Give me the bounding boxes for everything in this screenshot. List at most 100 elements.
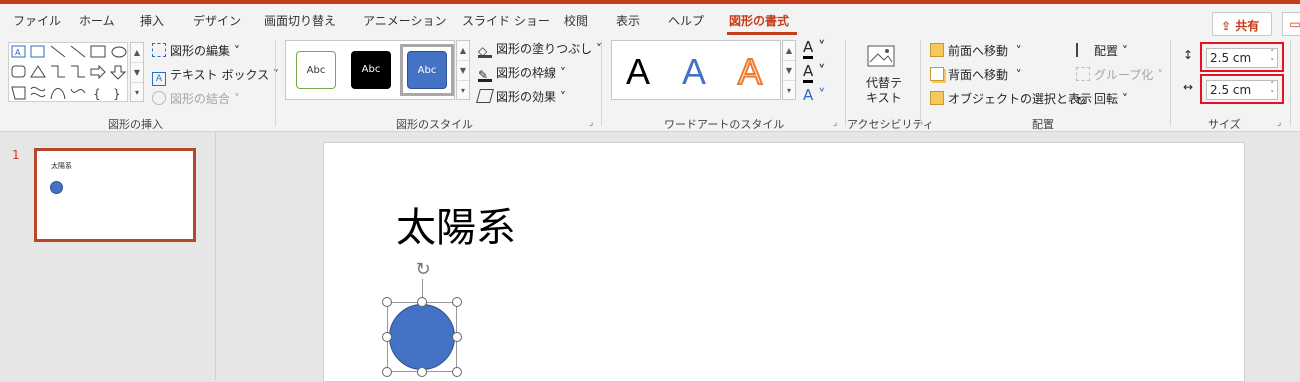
resize-handle-top-right[interactable] <box>452 297 462 307</box>
thumbnail-title: 太陽系 <box>51 162 72 170</box>
wordart-preset-blue[interactable]: A <box>682 51 706 93</box>
tab-slideshow[interactable]: スライド ショー <box>462 12 550 29</box>
chevron-down-icon[interactable]: ▼ <box>131 63 143 83</box>
resize-handle-bottom-right[interactable] <box>452 367 462 377</box>
chevron-down-icon[interactable]: ▼ <box>457 61 469 81</box>
resize-handle-top[interactable] <box>417 297 427 307</box>
group-divider <box>275 40 276 126</box>
text-fill-button[interactable]: A ˅ <box>803 38 826 59</box>
shape-height-highlight: 2.5 cm ˄ ˅ <box>1200 42 1284 72</box>
tab-view[interactable]: 表示 <box>616 12 640 29</box>
resize-handle-top-left[interactable] <box>382 297 392 307</box>
edit-shape-button[interactable]: 図形の編集 ˅ <box>152 42 240 59</box>
text-outline-button[interactable]: A ˅ <box>803 62 826 83</box>
width-spinner[interactable]: ˄ ˅ <box>1271 81 1275 99</box>
more-icon[interactable]: ▾ <box>131 83 143 103</box>
active-tab-underline <box>727 32 797 35</box>
text-box-button[interactable]: Aテキスト ボックス ˅ <box>152 66 279 86</box>
shape-fill-button[interactable]: ◇ 図形の塗りつぶし ˅ <box>478 40 602 58</box>
shape-style-preset-outline[interactable]: Abc <box>296 51 336 89</box>
chevron-up-icon[interactable]: ▲ <box>783 41 795 61</box>
chevron-down-icon[interactable]: ▼ <box>783 61 795 81</box>
wordart-gallery[interactable]: A A A <box>611 40 781 100</box>
shape-style-preset-blue[interactable]: Abc <box>407 51 447 89</box>
height-icon: ↕ <box>1183 48 1194 62</box>
shapes-gallery-scroll[interactable]: ▲ ▼ ▾ <box>130 42 144 102</box>
thumbnail-circle <box>50 181 63 194</box>
tab-transitions[interactable]: 画面切り替え <box>264 12 336 29</box>
text-effects-button[interactable]: A ˅ <box>803 86 826 104</box>
more-icon[interactable]: ▾ <box>783 81 795 101</box>
dialog-launcher-icon[interactable]: ⌟ <box>833 118 837 128</box>
merge-shapes-button[interactable]: 図形の結合 ˅ <box>152 90 240 107</box>
group-label-arrange: 配置 <box>1032 118 1054 131</box>
align-button[interactable]: 配置 ˅ <box>1076 42 1128 59</box>
comments-button[interactable]: ▭ <box>1282 12 1300 36</box>
tab-insert[interactable]: 挿入 <box>140 12 164 29</box>
shape-effects-button[interactable]: 図形の効果 ˅ <box>476 88 566 105</box>
tab-home[interactable]: ホーム <box>79 12 115 29</box>
shape-width-input[interactable]: 2.5 cm ˄ ˅ <box>1206 80 1278 100</box>
shapes-gallery-icons: A { } <box>11 45 127 101</box>
workspace: 1 太陽系 太陽系 ↻ <box>0 132 1300 382</box>
shape-styles-gallery[interactable]: Abc Abc Abc <box>285 40 455 100</box>
send-backward-button[interactable]: 背面へ移動 ˅ <box>930 66 1022 83</box>
height-spinner[interactable]: ˄ ˅ <box>1271 49 1275 67</box>
align-icon <box>1076 43 1090 57</box>
tab-help[interactable]: ヘルプ <box>668 12 704 29</box>
group-divider <box>845 40 846 126</box>
selection-pane-button[interactable]: オブジェクトの選択と表示 <box>930 90 1092 107</box>
tab-animations[interactable]: アニメーション <box>363 12 447 29</box>
group-button[interactable]: グループ化 ˅ <box>1076 66 1163 83</box>
tab-design[interactable]: デザイン <box>193 12 241 29</box>
group-label-insert-shapes: 図形の挿入 <box>108 118 163 131</box>
shape-height-input[interactable]: 2.5 cm ˄ ˅ <box>1206 48 1278 68</box>
send-backward-icon <box>930 67 944 81</box>
resize-handle-bottom-left[interactable] <box>382 367 392 377</box>
shape-style-preset-black[interactable]: Abc <box>351 51 391 89</box>
alt-text-button[interactable]: 代替テ キスト <box>866 76 902 106</box>
text-outline-icon: A <box>803 62 814 83</box>
share-button[interactable]: ⇪ 共有 <box>1212 12 1272 36</box>
wordart-preset-orange[interactable]: A <box>737 50 763 93</box>
dialog-launcher-icon[interactable]: ⌟ <box>1277 118 1281 128</box>
wordart-preset-black[interactable]: A <box>626 51 650 93</box>
pen-icon: ✎ <box>478 68 492 82</box>
more-icon[interactable]: ▾ <box>457 81 469 101</box>
slide-canvas[interactable]: 太陽系 ↻ <box>323 142 1245 382</box>
dialog-launcher-icon[interactable]: ⌟ <box>589 118 593 128</box>
bring-forward-icon <box>930 43 944 57</box>
ribbon: A { } ▲ ▼ ▾ 図形の編集 ˅ A テキスト ボックス 図形の結合 ˅ … <box>0 36 1300 132</box>
effects-icon <box>476 89 494 103</box>
chevron-up-icon[interactable]: ▲ <box>457 41 469 61</box>
circle-shape[interactable] <box>389 304 455 370</box>
chevron-up-icon[interactable]: ▲ <box>131 43 143 63</box>
group-label-size: サイズ <box>1208 118 1241 131</box>
shape-width-highlight: 2.5 cm ˄ ˅ <box>1200 74 1284 104</box>
width-icon: ↔ <box>1183 80 1194 94</box>
merge-shapes-icon <box>152 91 166 105</box>
resize-handle-bottom[interactable] <box>417 367 427 377</box>
selection-pane-icon <box>930 91 944 105</box>
shapes-gallery[interactable]: A { } <box>8 42 128 102</box>
wordart-scroll[interactable]: ▲ ▼ ▾ <box>782 40 796 100</box>
tab-shape-format[interactable]: 図形の書式 <box>729 12 789 29</box>
bring-forward-button[interactable]: 前面へ移動 ˅ <box>930 42 1022 59</box>
text-effects-icon: A <box>803 86 814 104</box>
slide-thumbnail[interactable]: 太陽系 <box>34 148 196 242</box>
rotate-icon: ↻ <box>1076 94 1087 108</box>
tab-file[interactable]: ファイル <box>13 12 61 29</box>
group-label-wordart: ワードアートのスタイル <box>664 118 785 131</box>
rotate-button[interactable]: ↻ 回転 ˅ <box>1076 90 1128 109</box>
svg-text:}: } <box>113 87 121 101</box>
share-label: 共有 <box>1235 19 1260 33</box>
shape-styles-scroll[interactable]: ▲ ▼ ▾ <box>456 40 470 100</box>
resize-handle-right[interactable] <box>452 332 462 342</box>
resize-handle-left[interactable] <box>382 332 392 342</box>
shape-outline-button[interactable]: ✎ 図形の枠線 ˅ <box>478 64 566 82</box>
paint-bucket-icon: ◇ <box>478 44 492 58</box>
rotation-handle-icon[interactable]: ↻ <box>412 259 434 281</box>
slide-title[interactable]: 太陽系 <box>396 195 516 253</box>
ribbon-tabs: ファイル ホーム 挿入 デザイン 画面切り替え アニメーション スライド ショー… <box>0 4 1300 36</box>
tab-review[interactable]: 校閲 <box>564 12 588 29</box>
